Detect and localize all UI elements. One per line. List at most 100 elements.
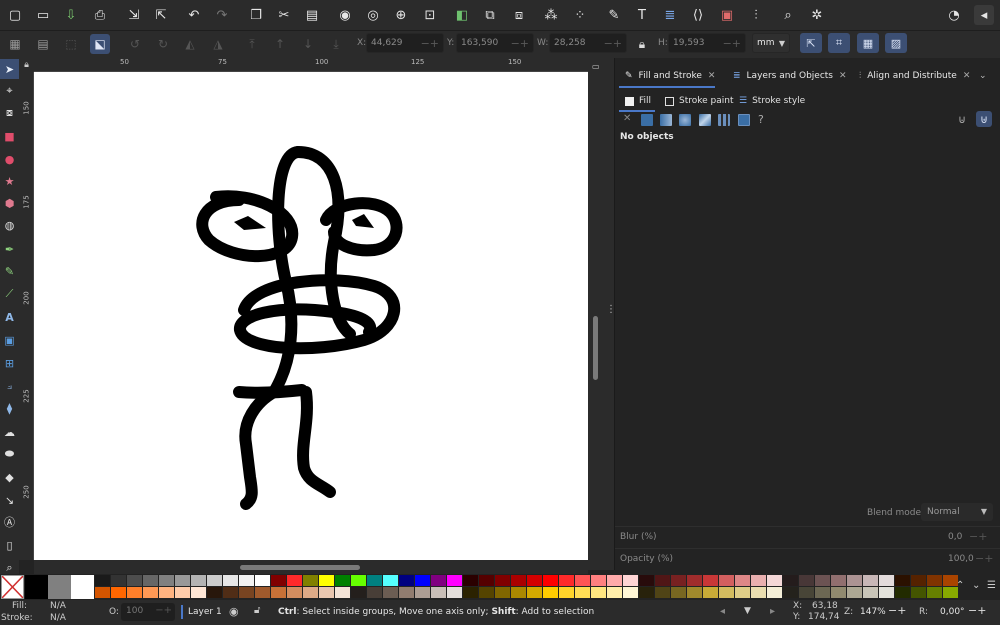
palette-swatch[interactable] [143,575,158,586]
canvas[interactable] [34,72,588,560]
flat-color-icon[interactable] [641,114,653,126]
palette-swatch[interactable] [415,587,430,598]
palette-swatch[interactable] [879,575,894,586]
palette-swatch[interactable] [831,575,846,586]
opacity-value[interactable]: 100,0 [948,554,974,564]
deselect-icon[interactable]: ⬚ [61,34,81,54]
blur-stepper-icon[interactable]: −+ [969,530,987,543]
raise-to-top-icon[interactable]: ⤒ [242,34,262,54]
print-icon[interactable]: ⎙ [90,5,110,25]
horizontal-scroll-thumb[interactable] [240,565,360,570]
preferences-icon[interactable]: ✲ [807,5,827,25]
fill-rule-nonzero-icon[interactable]: ⊎ [976,111,992,127]
subtab-stroke-paint[interactable]: Stroke paint [665,92,734,110]
snap-menu-icon[interactable]: ◂ [974,5,994,25]
black-swatch[interactable] [25,575,48,599]
palette-swatch[interactable] [655,587,670,598]
palette-swatch[interactable] [415,575,430,586]
palette-swatch[interactable] [335,587,350,598]
palette-swatch[interactable] [895,587,910,598]
palette-swatch[interactable] [495,587,510,598]
snap-toggle-icon[interactable]: ◔ [944,5,964,25]
zoom-page-icon[interactable]: ⊕ [391,5,411,25]
close-icon[interactable]: ✕ [963,71,971,81]
palette-swatch[interactable] [447,587,462,598]
palette-swatch[interactable] [239,587,254,598]
drawing[interactable] [34,72,588,560]
palette-swatch[interactable] [303,575,318,586]
palette-swatch[interactable] [543,587,558,598]
palette-swatch[interactable] [511,587,526,598]
palette-swatch[interactable] [367,587,382,598]
rotate-ccw-icon[interactable]: ↺ [125,34,145,54]
palette-swatch[interactable] [143,587,158,598]
calligraphy-tool-icon[interactable]: ⟋ [0,284,19,304]
import-icon[interactable]: ⇲ [124,5,144,25]
x-field[interactable]: 44,629 −+ [366,33,444,53]
palette-swatch[interactable] [447,575,462,586]
tab-fill-stroke[interactable]: ✎ Fill and Stroke ✕ [625,64,715,88]
xml-editor-icon[interactable]: ⟨⟩ [688,5,708,25]
pencil-tool-icon[interactable]: ✎ [0,261,19,281]
palette-swatch[interactable] [799,587,814,598]
palette-swatch[interactable] [175,587,190,598]
opacity-stepper-icon[interactable]: −+ [975,552,993,565]
palette-swatch[interactable] [607,575,622,586]
zoom-page-width-icon[interactable]: ⊡ [420,5,440,25]
zoom-value[interactable]: 147% [860,607,886,617]
palette-swatch[interactable] [767,575,782,586]
palette-swatch[interactable] [863,587,878,598]
copy-icon[interactable]: ❐ [246,5,266,25]
palette-swatch[interactable] [719,587,734,598]
palette-swatch[interactable] [463,575,478,586]
palette-swatch[interactable] [735,587,750,598]
palette-swatch[interactable] [223,575,238,586]
rotate-cw-icon[interactable]: ↻ [153,34,173,54]
mesh-tool-icon[interactable]: ⊞ [0,353,19,373]
save-icon[interactable]: ⇩ [61,5,81,25]
current-layer[interactable]: Layer 1 [188,607,222,617]
palette-swatch[interactable] [863,575,878,586]
pattern-icon[interactable] [718,114,730,126]
y-field[interactable]: 163,590 −+ [456,33,534,53]
palette-swatch[interactable] [431,575,446,586]
palette-swatch[interactable] [575,587,590,598]
connector-tool-icon[interactable]: ↘ [0,490,19,510]
scale-corners-icon[interactable]: ⌗ [828,33,850,53]
unit-select[interactable]: mm ▼ [752,33,790,53]
close-icon[interactable]: ✕ [708,71,716,81]
palette-swatch[interactable] [255,587,270,598]
subtab-fill[interactable]: Fill [625,92,651,110]
palette-swatch[interactable] [607,587,622,598]
rotate-stepper-icon[interactable]: −+ [968,604,986,617]
x-stepper-icon[interactable]: −+ [421,37,439,50]
palette-swatch[interactable] [735,575,750,586]
clone-icon[interactable]: ⧉ [480,5,500,25]
group-icon[interactable]: ⁂ [541,5,561,25]
dock-handle[interactable]: ⋮ [602,58,616,570]
paste-icon[interactable]: ▤ [302,5,322,25]
palette-swatch[interactable] [879,587,894,598]
no-paint-icon[interactable]: ✕ [623,113,631,124]
palette-swatch[interactable] [703,575,718,586]
palette-swatch[interactable] [911,575,926,586]
w-field[interactable]: 28,258 −+ [549,33,627,53]
palette-swatch[interactable] [127,587,142,598]
star-tool-icon[interactable]: ★ [0,171,19,191]
palette-swatch[interactable] [303,587,318,598]
document-properties-icon[interactable]: ▣ [717,5,737,25]
duplicate-icon[interactable]: ◧ [452,5,472,25]
palette-swatch[interactable] [351,575,366,586]
palette-swatch[interactable] [783,587,798,598]
swatch-icon[interactable] [738,114,750,126]
palette-swatch[interactable] [783,575,798,586]
palette-swatch[interactable] [591,587,606,598]
layer-visibility-icon[interactable]: ◉ [229,605,239,618]
palette-swatch[interactable] [383,575,398,586]
palette-swatch[interactable] [927,587,942,598]
palette-swatch[interactable] [223,587,238,598]
palette-swatch[interactable] [671,575,686,586]
palette-swatch[interactable] [591,575,606,586]
gray-swatch[interactable] [48,575,71,599]
palette-swatch[interactable] [431,587,446,598]
